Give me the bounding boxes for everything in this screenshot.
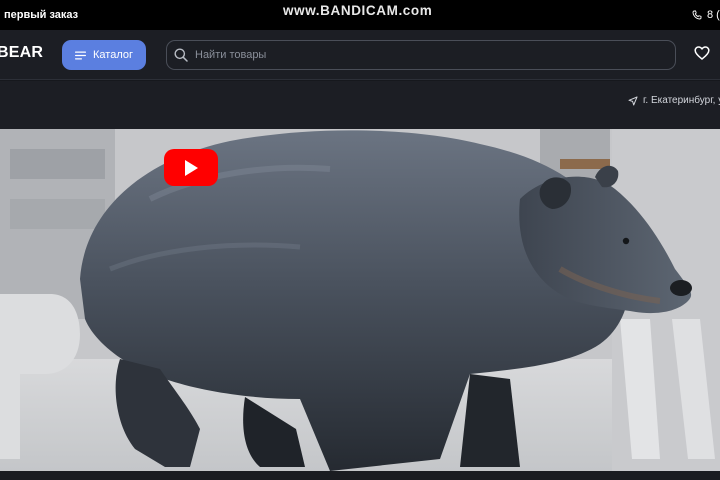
menu-icon bbox=[75, 51, 86, 59]
promo-text: первый заказ bbox=[4, 9, 79, 21]
location-bar: г. Екатеринбург, у bbox=[0, 81, 720, 129]
bear-video-frame bbox=[0, 129, 720, 471]
phone-link[interactable]: 8 (9 bbox=[692, 9, 720, 21]
search-icon bbox=[174, 48, 188, 62]
location-selector[interactable]: г. Екатеринбург, у bbox=[628, 95, 720, 106]
search-input[interactable] bbox=[195, 49, 655, 61]
site-header: BEAR Каталог bbox=[0, 30, 720, 80]
youtube-play-button[interactable] bbox=[164, 149, 218, 186]
video-player[interactable] bbox=[0, 129, 720, 471]
catalog-button[interactable]: Каталог bbox=[62, 40, 146, 70]
search-box[interactable] bbox=[166, 40, 676, 70]
location-arrow-icon bbox=[628, 96, 638, 105]
site-logo[interactable]: BEAR bbox=[0, 44, 43, 62]
page-bottom-strip bbox=[0, 471, 720, 480]
catalog-button-label: Каталог bbox=[93, 49, 133, 61]
recorder-watermark: www.BANDICAM.com bbox=[283, 3, 433, 18]
location-text: г. Екатеринбург, у bbox=[643, 95, 720, 106]
phone-icon bbox=[692, 10, 702, 20]
phone-number: 8 (9 bbox=[707, 9, 720, 21]
top-bar: первый заказ www.BANDICAM.com 8 (9 bbox=[0, 0, 720, 30]
youtube-play-icon bbox=[185, 159, 198, 176]
heart-icon[interactable] bbox=[694, 46, 710, 60]
